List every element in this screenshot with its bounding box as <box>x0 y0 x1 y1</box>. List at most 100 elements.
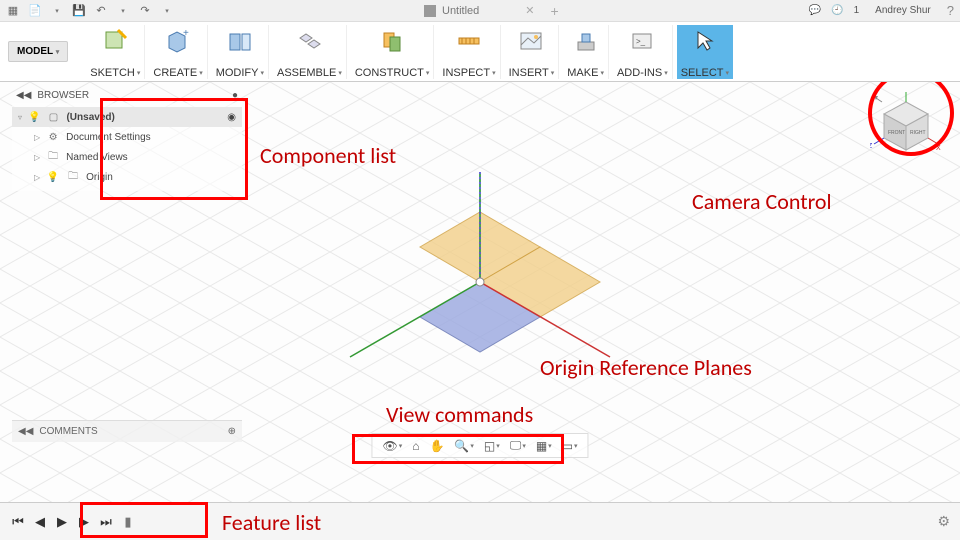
ribbon-group-select[interactable]: SELECT▾ <box>677 25 733 79</box>
add-comment-icon[interactable]: ⊕ <box>228 426 236 437</box>
ribbon-group-assemble[interactable]: ASSEMBLE▾ <box>273 25 347 79</box>
make-icon <box>572 27 600 55</box>
group-label: INSERT <box>509 67 549 79</box>
svg-text:+: + <box>183 28 189 39</box>
browser-panel: ◀◀ BROWSER ● ▿ 💡 ▢ (Unsaved) ◉ ▷ ⚙ Docum… <box>12 88 242 191</box>
expand-icon[interactable]: ▷ <box>34 133 40 142</box>
workspace-model-button[interactable]: MODEL ▾ <box>8 41 68 62</box>
ribbon-group-inspect[interactable]: INSPECT▾ <box>438 25 500 79</box>
orbit-icon[interactable]: 👁▾ <box>382 438 402 453</box>
apps-grid-icon[interactable]: ▦ <box>6 4 20 18</box>
tree-root-row[interactable]: ▿ 💡 ▢ (Unsaved) ◉ <box>12 107 242 127</box>
svg-text:>_: >_ <box>636 37 646 46</box>
redo-chevron-icon[interactable]: ▾ <box>160 4 174 18</box>
root-radio-icon[interactable]: ◉ <box>227 112 236 123</box>
redo-icon[interactable]: ↷ <box>138 4 152 18</box>
ribbon-group-insert[interactable]: INSERT▾ <box>505 25 560 79</box>
insert-icon <box>517 27 545 55</box>
browser-tree: ▿ 💡 ▢ (Unsaved) ◉ ▷ ⚙ Document Settings … <box>12 103 242 191</box>
document-title: Untitled <box>442 5 479 17</box>
new-file-icon[interactable]: 📄 <box>28 4 42 18</box>
ribbon-group-sketch[interactable]: SKETCH▾ <box>86 25 145 79</box>
item-label: Named Views <box>66 152 128 163</box>
undo-icon[interactable]: ↶ <box>94 4 108 18</box>
timeline-start-icon[interactable]: ⏮ <box>10 514 26 530</box>
ribbon-group-construct[interactable]: CONSTRUCT▾ <box>351 25 435 79</box>
gear-icon: ⚙ <box>46 130 60 144</box>
close-tab-icon[interactable]: ✕ <box>525 4 534 17</box>
construct-icon <box>378 27 406 55</box>
item-label: Origin <box>86 172 113 183</box>
clock-icon[interactable]: 🕘 <box>831 5 843 16</box>
root-label: (Unsaved) <box>66 112 114 123</box>
group-label: INSPECT <box>442 67 490 79</box>
viewport-icon[interactable]: ▭▾ <box>562 438 578 453</box>
viewcube-right-label: RIGHT <box>910 130 926 136</box>
grid-settings-icon[interactable]: ▦▾ <box>536 438 552 453</box>
save-icon[interactable]: 💾 <box>72 4 86 18</box>
pan-icon[interactable]: ✋ <box>429 438 444 453</box>
user-name[interactable]: Andrey Shur <box>875 5 931 16</box>
bulb-icon[interactable]: 💡 <box>46 170 60 184</box>
collapse-icon[interactable]: ◀◀ <box>18 426 33 437</box>
folder-icon: 🗀 <box>66 170 80 184</box>
ribbon-group-modify[interactable]: MODIFY▾ <box>212 25 269 79</box>
comments-label: COMMENTS <box>39 426 97 437</box>
browser-title: BROWSER <box>37 90 89 101</box>
viewcube-front-label: FRONT <box>888 130 905 136</box>
tree-row-origin[interactable]: ▷ 💡 🗀 Origin <box>12 167 242 187</box>
new-file-chevron-icon[interactable]: ▾ <box>50 4 64 18</box>
group-label: SELECT <box>681 67 724 79</box>
timeline-play-icon[interactable]: ▶ <box>54 514 70 530</box>
bulb-icon[interactable]: 💡 <box>28 112 40 123</box>
undo-chevron-icon[interactable]: ▾ <box>116 4 130 18</box>
select-icon <box>691 27 719 55</box>
fit-icon[interactable]: ◱▾ <box>484 438 500 453</box>
ribbon-toolbar: MODEL ▾ SKETCH▾ + CREATE▾ MODIFY▾ ASSEMB… <box>0 22 960 82</box>
assemble-icon <box>295 27 323 55</box>
modify-icon <box>226 27 254 55</box>
view-cube[interactable]: FRONT RIGHT Y X Z <box>870 92 940 162</box>
sketch-icon <box>101 27 129 55</box>
comments-icon[interactable]: 💬 <box>809 5 821 16</box>
group-label: MODIFY <box>216 67 259 79</box>
zoom-icon[interactable]: 🔍▾ <box>454 438 473 453</box>
tree-row-named-views[interactable]: ▷ 🗀 Named Views <box>12 147 242 167</box>
tree-row-document-settings[interactable]: ▷ ⚙ Document Settings <box>12 127 242 147</box>
svg-text:X: X <box>936 145 941 152</box>
timeline-controls: ⏮ ◀ ▶ ▶ ⏭ ▮ <box>10 514 136 530</box>
group-label: ASSEMBLE <box>277 67 336 79</box>
display-style-icon[interactable]: 🖵▾ <box>510 438 526 453</box>
notification-count: 1 <box>854 5 860 16</box>
group-label: ADD-INS <box>617 67 662 79</box>
chevron-down-icon: ▾ <box>56 49 60 56</box>
title-bar: ▦ 📄 ▾ 💾 ↶ ▾ ↷ ▾ Untitled ✕ + 💬 🕘 1 Andre… <box>0 0 960 22</box>
view-toolbar: 👁▾ ⌂ ✋ 🔍▾ ◱▾ 🖵▾ ▦▾ ▭▾ <box>371 433 588 458</box>
timeline-settings-icon[interactable]: ⚙ <box>937 513 950 530</box>
folder-icon: 🗀 <box>46 150 60 164</box>
timeline-end-icon[interactable]: ⏭ <box>98 514 114 530</box>
look-at-icon[interactable]: ⌂ <box>412 438 419 453</box>
group-label: CREATE <box>153 67 197 79</box>
add-tab-icon[interactable]: + <box>551 3 559 19</box>
timeline-back-icon[interactable]: ◀ <box>32 514 48 530</box>
expand-icon[interactable]: ▿ <box>18 113 22 122</box>
expand-icon[interactable]: ▷ <box>34 173 40 182</box>
item-label: Document Settings <box>66 132 151 143</box>
workspace-label: MODEL <box>17 46 53 57</box>
group-label: CONSTRUCT <box>355 67 424 79</box>
inspect-icon <box>455 27 483 55</box>
help-icon[interactable]: ? <box>947 3 954 18</box>
ribbon-group-create[interactable]: + CREATE▾ <box>149 25 207 79</box>
group-label: MAKE <box>567 67 598 79</box>
collapse-icon[interactable]: ◀◀ <box>16 90 31 101</box>
ribbon-group-make[interactable]: MAKE▾ <box>563 25 609 79</box>
viewport-canvas[interactable]: ◀◀ BROWSER ● ▿ 💡 ▢ (Unsaved) ◉ ▷ ⚙ Docum… <box>0 82 960 502</box>
svg-text:Z: Z <box>870 143 873 150</box>
timeline-forward-icon[interactable]: ▶ <box>76 514 92 530</box>
browser-options-icon[interactable]: ● <box>232 90 238 101</box>
expand-icon[interactable]: ▷ <box>34 153 40 162</box>
timeline-marker-icon[interactable]: ▮ <box>120 514 136 530</box>
ribbon-group-addins[interactable]: >_ ADD-INS▾ <box>613 25 673 79</box>
create-icon: + <box>164 27 192 55</box>
